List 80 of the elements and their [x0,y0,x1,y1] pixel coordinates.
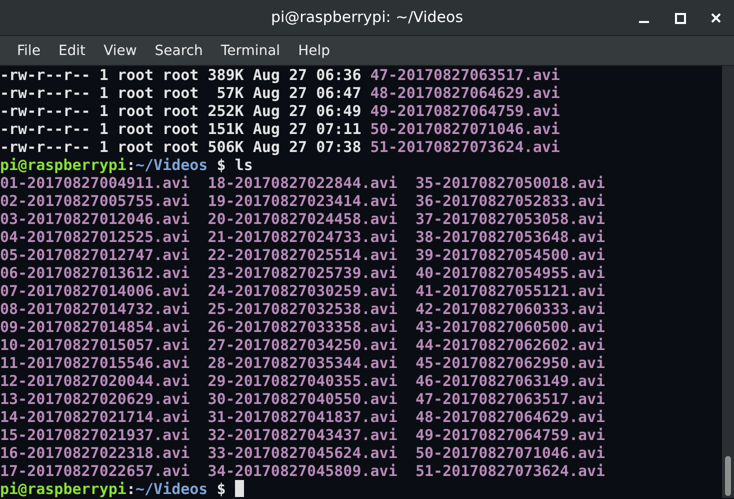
scrollbar-thumb[interactable] [725,456,731,496]
file-name: 28-20170827035344.avi [208,354,398,372]
text-cursor [234,480,244,497]
file-name: 27-20170827034250.avi [208,336,398,354]
file-details: -rw-r--r-- 1 root root 151K Aug 27 07:11 [0,120,362,138]
file-name: 05-20170827012747.avi [0,246,190,264]
file-name: 21-20170827024733.avi [208,228,398,246]
file-name: 48-20170827064629.avi [415,408,606,426]
file-name: 19-20170827023414.avi [208,192,398,210]
file-name: 06-20170827013612.avi [0,264,190,282]
file-name: 39-20170827054500.avi [415,246,606,264]
file-name: 49-20170827064759.avi [370,102,560,120]
window-title: pi@raspberrypi: ~/Videos [270,7,464,28]
file-name: 33-20170827045624.avi [208,444,398,462]
file-name: 26-20170827033358.avi [208,318,398,336]
file-name: 01-20170827004911.avi [0,174,190,192]
file-name: 24-20170827030259.avi [208,282,398,300]
file-name: 11-20170827015546.avi [0,354,190,372]
file-name: 15-20170827021937.avi [0,426,190,444]
scrollbar[interactable] [722,66,734,498]
file-name: 37-20170827053058.avi [415,210,606,228]
file-name: 22-20170827025514.avi [208,246,398,264]
file-name: 16-20170827022318.avi [0,444,190,462]
file-name: 10-20170827015057.avi [0,336,190,354]
file-name: 09-20170827014854.avi [0,318,190,336]
file-name: 46-20170827063149.avi [415,372,606,390]
file-name: 34-20170827045809.avi [208,462,398,480]
file-name: 17-20170827022657.avi [0,462,190,480]
file-name: 38-20170827053648.avi [415,228,606,246]
file-name: 04-20170827012525.avi [0,228,190,246]
prompt-path: ~/Videos [135,480,208,498]
file-name: 30-20170827040550.avi [208,390,398,408]
file-name: 43-20170827060500.avi [415,318,606,336]
file-name: 32-20170827043437.avi [208,426,398,444]
file-name: 42-20170827060333.avi [415,300,606,318]
prompt-separator: : [126,156,136,174]
file-name: 18-20170827022844.avi [208,174,398,192]
file-name: 51-20170827073624.avi [415,462,606,480]
menu-item[interactable]: File [8,36,50,66]
file-details: -rw-r--r-- 1 root root 57K Aug 27 06:47 [0,84,362,102]
prompt-user-host: pi@raspberrypi [0,480,126,498]
file-name: 25-20170827032538.avi [208,300,398,318]
file-name: 08-20170827014732.avi [0,300,190,318]
file-name: 45-20170827062950.avi [415,354,606,372]
file-name: 41-20170827055121.avi [415,282,606,300]
file-name: 48-20170827064629.avi [370,84,560,102]
file-name: 23-20170827025739.avi [208,264,398,282]
menu-item[interactable]: Edit [49,36,95,66]
file-name: 07-20170827014006.avi [0,282,190,300]
prompt-path: ~/Videos [135,156,208,174]
file-name: 12-20170827020044.avi [0,372,190,390]
command-text: ls [234,156,253,174]
menu-item[interactable]: Terminal [212,36,290,66]
file-details: -rw-r--r-- 1 root root 506K Aug 27 07:38 [0,138,362,156]
file-name: 29-20170827040355.avi [208,372,398,390]
file-name: 44-20170827062602.avi [415,336,606,354]
prompt-separator: : [126,480,136,498]
file-name: 03-20170827012046.avi [0,210,190,228]
file-name: 47-20170827063517.avi [370,66,560,84]
file-name: 31-20170827041837.avi [208,408,398,426]
menu-item[interactable]: Search [146,36,212,66]
file-name: 20-20170827024458.avi [208,210,398,228]
file-name: 50-20170827071046.avi [370,120,560,138]
file-name: 36-20170827052833.avi [415,192,606,210]
file-name: 13-20170827020629.avi [0,390,190,408]
file-name: 35-20170827050018.avi [415,174,606,192]
file-name: 40-20170827054955.avi [415,264,606,282]
prompt-symbol: $ [216,480,226,498]
file-name: 51-20170827073624.avi [370,138,560,156]
file-name: 02-20170827005755.avi [0,192,190,210]
prompt-user-host: pi@raspberrypi [0,156,126,174]
prompt-symbol: $ [216,156,226,174]
menu-item[interactable]: Help [289,36,339,66]
menu-item[interactable]: View [94,36,146,66]
file-name: 50-20170827071046.avi [415,444,606,462]
file-name: 14-20170827021714.avi [0,408,190,426]
file-details: -rw-r--r-- 1 root root 252K Aug 27 06:49 [0,102,362,120]
file-details: -rw-r--r-- 1 root root 389K Aug 27 06:36 [0,66,362,84]
file-name: 49-20170827064759.avi [415,426,606,444]
file-name: 47-20170827063517.avi [415,390,606,408]
